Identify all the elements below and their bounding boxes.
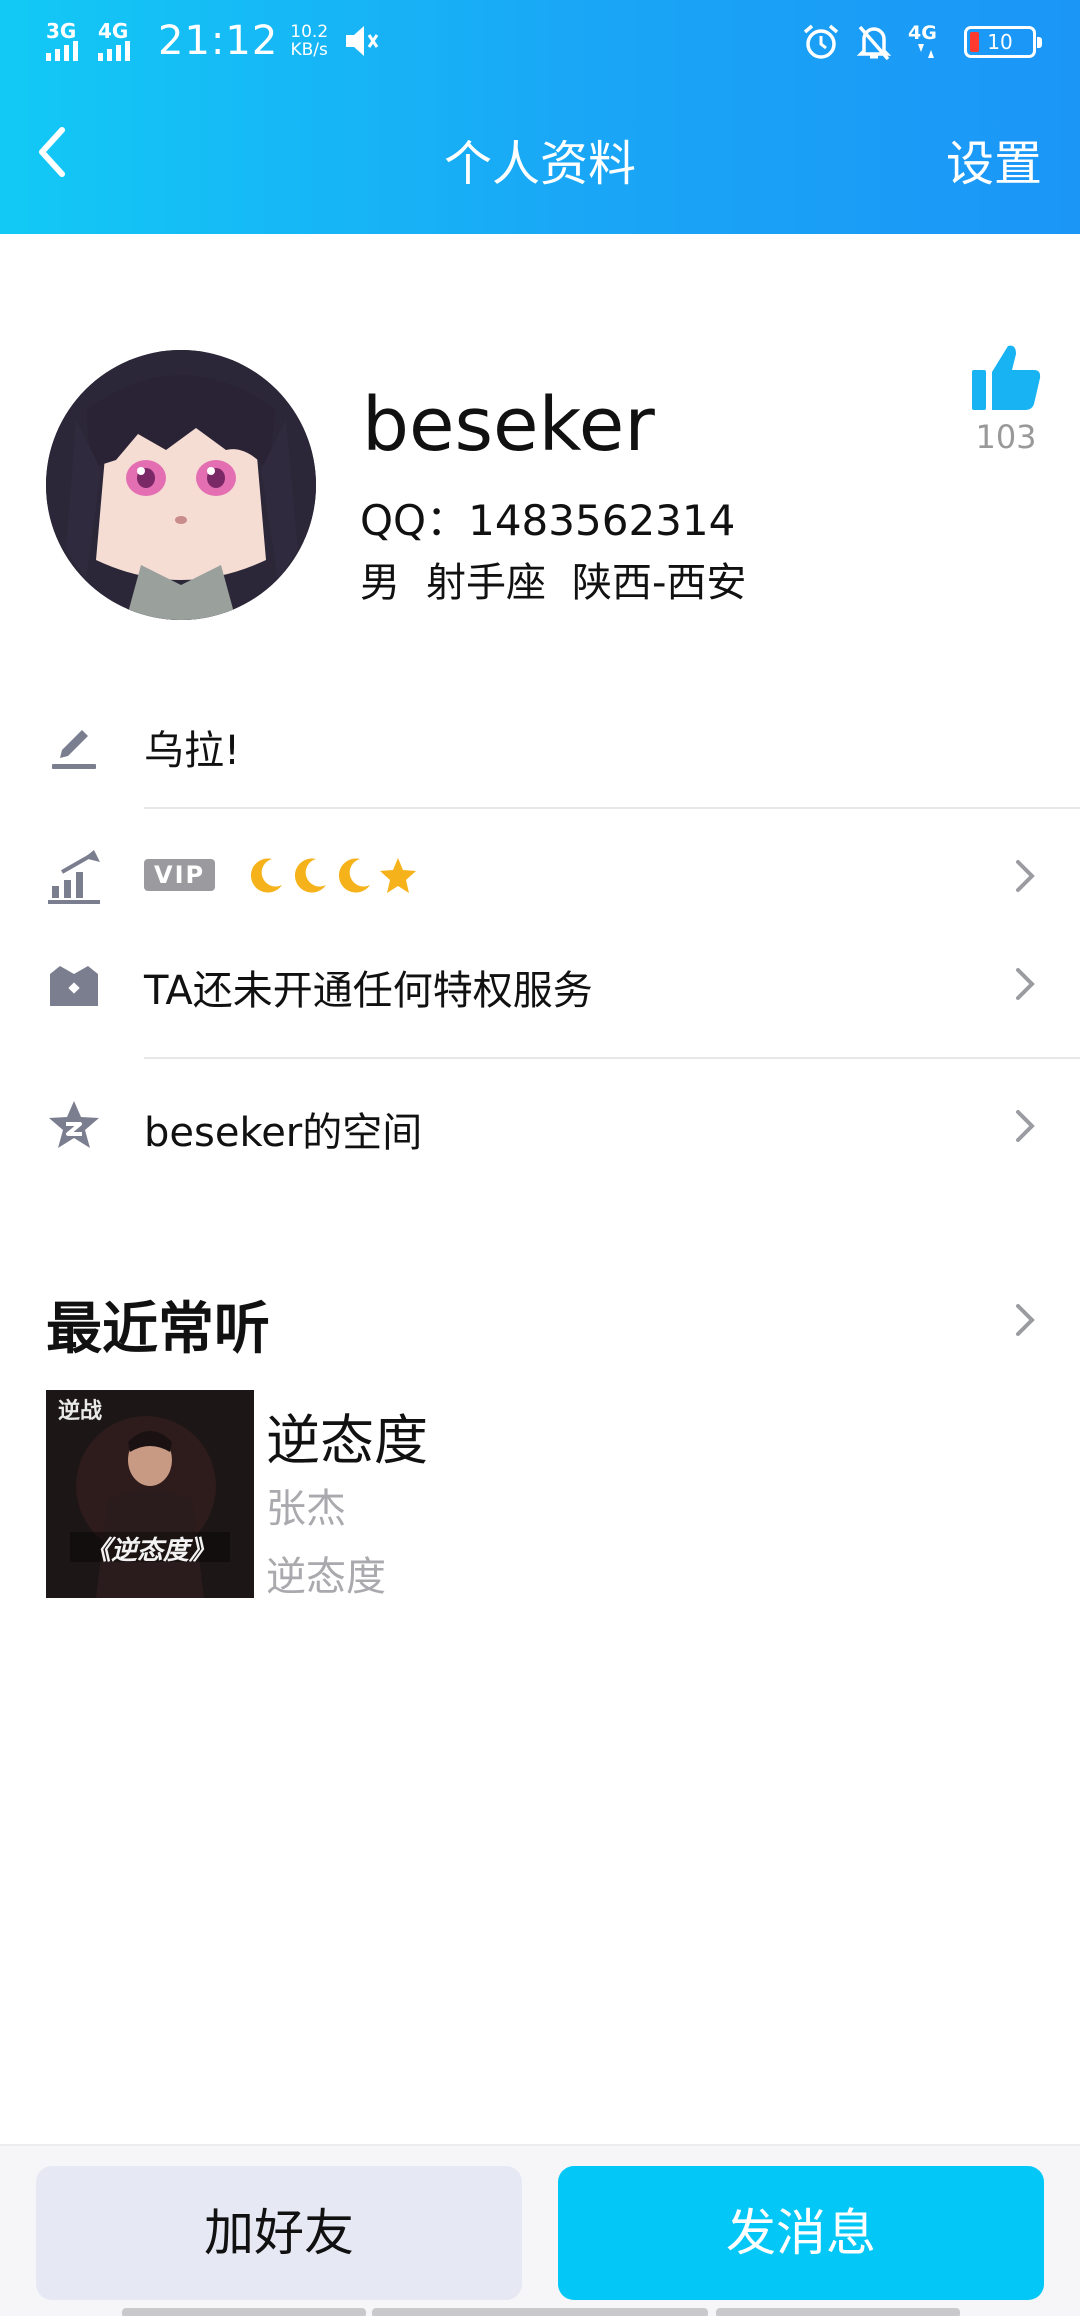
svg-text:逆战: 逆战 [58,1398,102,1424]
volume-muted-icon [346,26,379,56]
album-cover[interactable]: 逆战 《逆态度》 [46,1390,254,1598]
gesture-bar [372,2308,708,2316]
vip-level-row[interactable]: VIP [0,846,1080,906]
location: 陕西-西安 [572,560,747,606]
like-thumbs-up-icon[interactable] [970,342,1042,412]
crown-box-icon [50,966,98,1006]
song-artist: 张杰 [266,1486,346,1532]
nav-bar: 个人资料 设置 [0,86,1080,234]
song-album: 逆态度 [266,1554,386,1600]
qzone-text: beseker的空间 [144,1110,423,1156]
app-header: 3G 4G 21:12 10.2 KB/s 4G 10 个人资料 设置 [0,0,1080,234]
gesture-bar [716,2308,960,2316]
battery-icon: 10 [964,26,1042,58]
settings-button[interactable]: 设置 [946,124,1042,194]
divider [144,807,1080,809]
chevron-right-icon [1016,860,1035,892]
bottom-action-bar: 加好友 发消息 [0,2144,1080,2316]
signal-4g-2-icon: 4G [908,22,948,62]
notifications-off-icon [856,25,892,61]
divider [144,1057,1080,1059]
add-friend-button[interactable]: 加好友 [36,2166,522,2300]
like-count: 103 [975,418,1037,456]
qq-number: QQ：1483562314 [360,496,736,545]
speed-value: 10.2 [290,22,329,42]
level-chart-icon [48,850,100,904]
speed-unit: KB/s [290,40,328,60]
privilege-text: TA还未开通任何特权服务 [144,968,593,1014]
pencil-icon [52,730,96,769]
signal-4g-icon: 4G [96,19,148,63]
chevron-right-icon[interactable] [1012,1300,1038,1340]
page-title: 个人资料 [443,136,636,192]
signal-3g-icon: 3G [44,19,96,63]
avatar[interactable] [46,350,316,620]
chevron-right-icon [1016,968,1035,1000]
vip-level-content: VIP [144,850,418,896]
chevron-right-icon [1016,1110,1035,1142]
signature-text: 乌拉! [144,728,241,774]
album-cover-title: 《逆态度》 [84,1536,215,1566]
profile-meta: 男 射手座 陕西-西安 [360,550,746,608]
alarm-icon [803,24,839,59]
qzone-star-icon [49,1101,99,1148]
signature-row[interactable]: 乌拉! [0,712,1080,774]
network-speed: 10.2 KB/s [290,23,328,59]
battery-level: 10 [987,30,1013,54]
recent-listen-title[interactable]: 最近常听 [46,1284,270,1365]
gesture-bar [122,2308,366,2316]
status-bar: 3G 4G 21:12 10.2 KB/s 4G 10 [0,0,1080,86]
profile-name: beseker [362,382,655,468]
song-title[interactable]: 逆态度 [266,1396,428,1475]
moon-icon [338,858,370,893]
zodiac: 射手座 [426,560,546,606]
star-icon [379,858,416,893]
qzone-row[interactable]: beseker的空间 [0,1096,1080,1156]
clock: 21:12 [158,18,279,64]
send-message-button[interactable]: 发消息 [558,2166,1044,2300]
moon-icon [250,858,282,893]
vip-badge: VIP [144,859,216,891]
level-icons [246,855,418,895]
moon-icon [294,858,326,893]
privilege-row[interactable]: TA还未开通任何特权服务 [0,954,1080,1014]
anime-girl-avatar-image [46,350,316,620]
gender: 男 [360,560,400,606]
